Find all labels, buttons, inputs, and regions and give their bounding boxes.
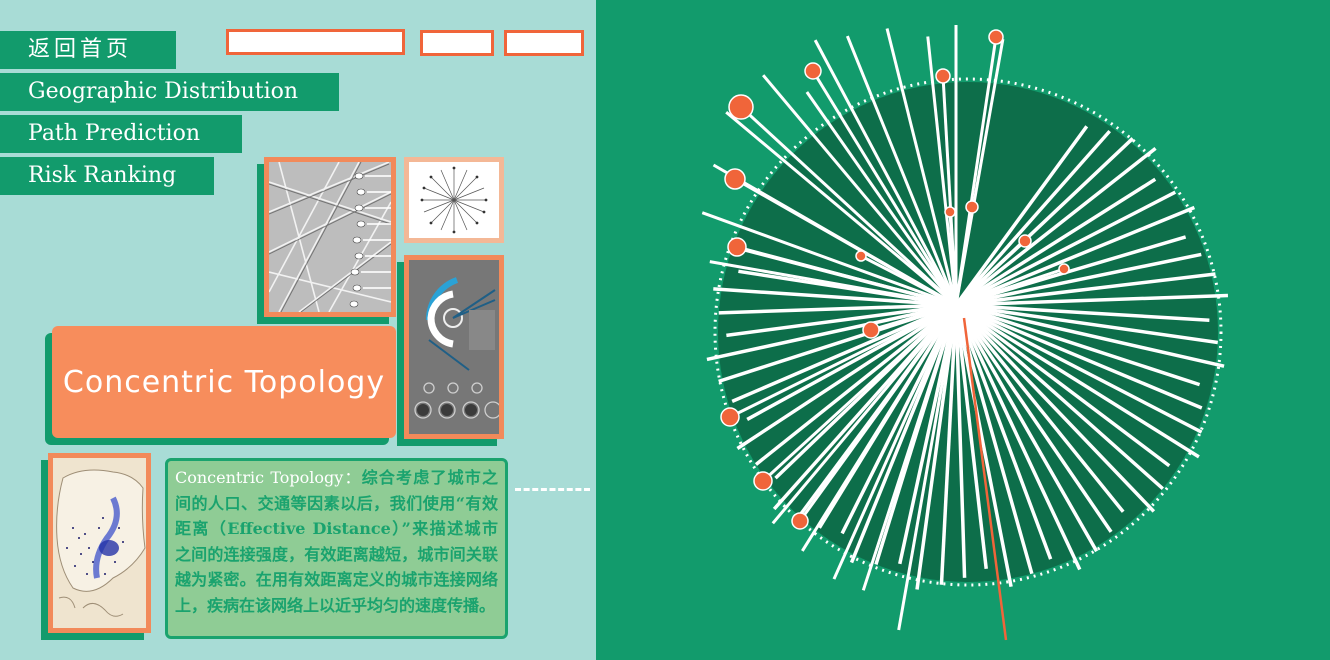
radial-mini-image <box>420 166 488 234</box>
thumbnail-dashboard[interactable] <box>404 255 504 439</box>
topology-node <box>791 512 809 530</box>
topology-node <box>1058 263 1070 275</box>
topology-node <box>804 62 822 80</box>
topology-node <box>753 471 773 491</box>
left-panel: 返回首页 Geographic Distribution Path Predic… <box>0 0 596 660</box>
description-card: Concentric Topology：综合考虑了城市之间的人口、交通等因素以后… <box>165 458 508 639</box>
topology-node <box>862 321 880 339</box>
topology-node <box>855 250 867 262</box>
right-panel <box>596 0 1330 660</box>
topology-node <box>988 29 1004 45</box>
dashboard-image <box>409 260 499 434</box>
nav-geographic-distribution[interactable]: Geographic Distribution <box>0 73 339 111</box>
description-text: 综合考虑了城市之间的人口、交通等因素以后，我们使用“有效距离（Effective… <box>175 468 498 615</box>
topology-node <box>724 168 746 190</box>
thumbnail-radial[interactable] <box>404 157 504 243</box>
thumbnail-texture[interactable] <box>264 157 396 317</box>
texture-image <box>269 162 391 312</box>
topology-node <box>1018 234 1032 248</box>
topology-node <box>965 200 979 214</box>
topology-node <box>727 237 747 257</box>
nav-path-prediction[interactable]: Path Prediction <box>0 115 242 153</box>
thumbnail-map[interactable] <box>48 453 151 633</box>
nav-home[interactable]: 返回首页 <box>0 31 176 69</box>
topology-node <box>935 68 951 84</box>
top-input-3[interactable] <box>504 30 584 56</box>
map-image <box>53 458 146 628</box>
topology-node <box>944 206 956 218</box>
topology-node <box>728 94 754 120</box>
top-input-1[interactable] <box>226 29 405 55</box>
description-lead: Concentric Topology： <box>175 468 362 487</box>
topology-node <box>720 407 740 427</box>
nav-risk-ranking[interactable]: Risk Ranking <box>0 157 214 195</box>
top-input-2[interactable] <box>420 30 494 56</box>
concentric-topology-title-card[interactable]: Concentric Topology <box>52 326 396 438</box>
dashed-connector <box>515 488 590 491</box>
concentric-topology-graph[interactable] <box>596 0 1330 660</box>
